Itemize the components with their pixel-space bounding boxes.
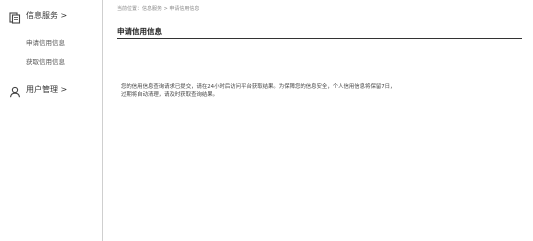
submission-message: 您的信用信息查询请求已提交，请在24小时后访问平台获取结果。为保障您的信息安全，…: [121, 84, 519, 99]
sidebar-group-user-management[interactable]: 用户管理 >: [9, 83, 68, 98]
sidebar-group-label: 用户管理 >: [26, 84, 68, 94]
sidebar-item-apply-credit-info[interactable]: 申请信用信息: [26, 37, 65, 47]
user-icon: [9, 83, 21, 98]
breadcrumb: 当前位置：信息服务 > 申请信用信息: [117, 6, 200, 12]
page-title: 申请信用信息: [117, 27, 162, 36]
app-window: 信息服务 > 申请信用信息 获取信用信息 用户管理 > 当前位置：信息服务 > …: [0, 0, 533, 241]
sidebar: 信息服务 > 申请信用信息 获取信用信息 用户管理 >: [0, 0, 103, 241]
main-content: 当前位置：信息服务 > 申请信用信息 申请信用信息 您的信用信息查询请求已提交，…: [117, 0, 522, 241]
title-divider: [117, 38, 522, 39]
sidebar-item-get-credit-info[interactable]: 获取信用信息: [26, 56, 65, 66]
message-line: 过期将自动清理，请及时获取查询结果。: [121, 91, 219, 98]
document-icon: [9, 9, 21, 24]
sidebar-group-info-service[interactable]: 信息服务 >: [9, 9, 68, 24]
message-line: 您的信用信息查询请求已提交，请在24小时后访问平台获取结果。为保障您的信息安全，…: [121, 84, 396, 90]
sidebar-group-label: 信息服务 >: [26, 10, 68, 20]
